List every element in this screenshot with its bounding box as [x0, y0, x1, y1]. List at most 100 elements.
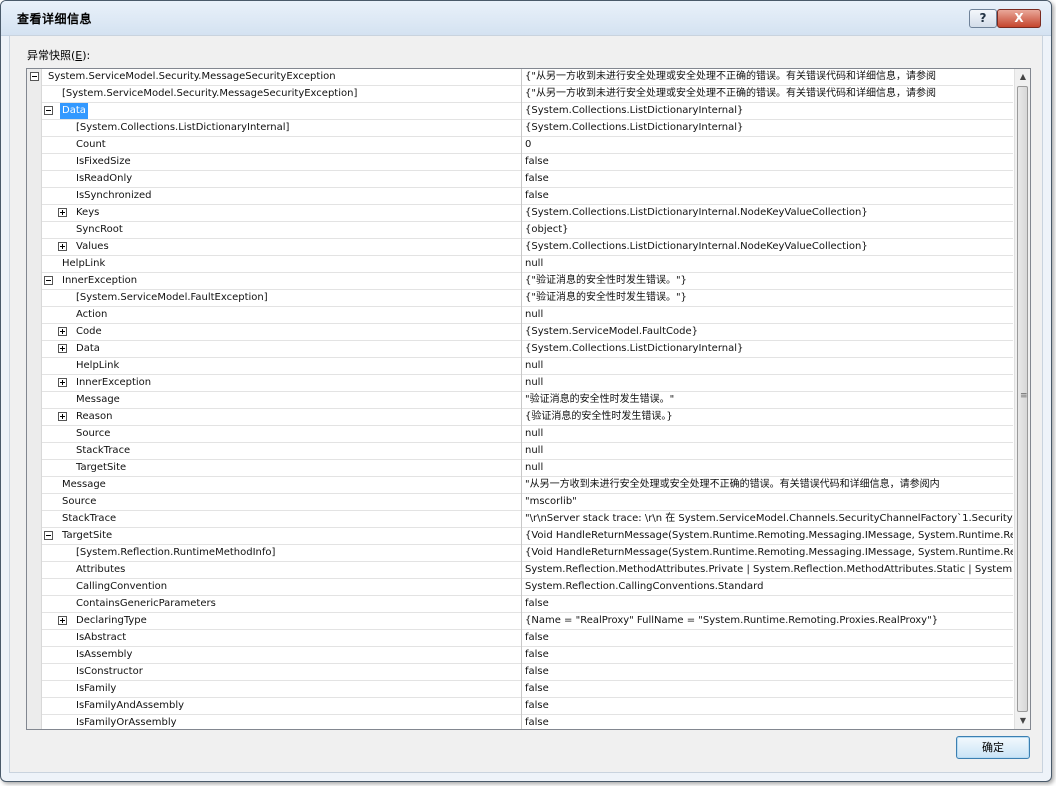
property-row[interactable]: ContainsGenericParameters false: [27, 596, 1013, 613]
property-value: null: [525, 445, 544, 456]
property-row[interactable]: Attributes System.Reflection.MethodAttrib…: [27, 562, 1013, 579]
scroll-down-arrow-icon[interactable]: ▼: [1018, 715, 1028, 727]
property-row[interactable]: IsFamily false: [27, 681, 1013, 698]
property-row[interactable]: IsFamilyOrAssembly false: [27, 715, 1013, 729]
property-row[interactable]: Data {System.Collections.ListDictionaryIn…: [27, 103, 1013, 120]
property-row[interactable]: TargetSite {Void HandleReturnMessage(Syst…: [27, 528, 1013, 545]
property-row[interactable]: IsConstructor false: [27, 664, 1013, 681]
exception-property-grid[interactable]: System.ServiceModel.Security.MessageSecu…: [26, 68, 1031, 730]
close-button[interactable]: X: [997, 9, 1041, 28]
help-button[interactable]: ?: [969, 9, 997, 28]
row-margin: [27, 239, 42, 256]
row-margin: [27, 545, 42, 562]
property-row[interactable]: IsFamilyAndAssembly false: [27, 698, 1013, 715]
column-divider: [521, 494, 522, 511]
property-value: {System.Collections.ListDictionaryIntern…: [525, 105, 744, 116]
property-row[interactable]: Message "从另一方收到未进行安全处理或安全处理不正确的错误。有关错误代码和…: [27, 477, 1013, 494]
column-divider: [521, 681, 522, 698]
expand-plus-icon[interactable]: [58, 412, 67, 421]
property-value: 0: [525, 139, 532, 150]
property-name: IsFamilyAndAssembly: [76, 700, 185, 711]
column-divider: [521, 562, 522, 579]
property-row[interactable]: Reason {验证消息的安全性时发生错误。}: [27, 409, 1013, 426]
property-row[interactable]: StackTrace null: [27, 443, 1013, 460]
row-margin: [27, 171, 42, 188]
property-row[interactable]: CallingConvention System.Reflection.Calli…: [27, 579, 1013, 596]
property-row[interactable]: InnerException null: [27, 375, 1013, 392]
row-margin: [27, 494, 42, 511]
expand-plus-icon[interactable]: [58, 242, 67, 251]
expand-plus-icon[interactable]: [58, 327, 67, 336]
title-bar[interactable]: 查看详细信息 ? X: [1, 1, 1051, 36]
property-row[interactable]: IsAbstract false: [27, 630, 1013, 647]
column-divider: [521, 273, 522, 290]
property-row[interactable]: Message "验证消息的安全性时发生错误。": [27, 392, 1013, 409]
scrollbar-thumb[interactable]: ≡: [1017, 86, 1028, 712]
property-row[interactable]: Source "mscorlib": [27, 494, 1013, 511]
property-row[interactable]: Action null: [27, 307, 1013, 324]
property-name: StackTrace: [62, 513, 117, 524]
ok-button[interactable]: 确定: [956, 736, 1030, 759]
property-row[interactable]: System.ServiceModel.Security.MessageSecu…: [27, 69, 1013, 86]
property-row[interactable]: HelpLink null: [27, 358, 1013, 375]
column-divider: [521, 630, 522, 647]
property-name: Count: [76, 139, 106, 150]
property-row[interactable]: IsFixedSize false: [27, 154, 1013, 171]
property-name: DeclaringType: [76, 615, 147, 626]
property-row[interactable]: IsReadOnly false: [27, 171, 1013, 188]
snapshot-label-prefix: 异常快照(: [27, 49, 76, 62]
expand-plus-icon[interactable]: [58, 616, 67, 625]
dialog-title: 查看详细信息: [17, 12, 93, 26]
property-rows: System.ServiceModel.Security.MessageSecu…: [27, 69, 1013, 729]
property-row[interactable]: SyncRoot {object}: [27, 222, 1013, 239]
property-value: null: [525, 377, 544, 388]
property-row[interactable]: Source null: [27, 426, 1013, 443]
property-value: null: [525, 258, 544, 269]
property-name: Action: [76, 309, 108, 320]
property-name: StackTrace: [76, 445, 131, 456]
property-name: Data: [60, 103, 88, 119]
property-row[interactable]: StackTrace "\r\nServer stack trace: \r\n …: [27, 511, 1013, 528]
property-row[interactable]: Data {System.Collections.ListDictionaryIn…: [27, 341, 1013, 358]
property-value: "验证消息的安全性时发生错误。": [525, 394, 675, 405]
column-divider: [521, 715, 522, 729]
property-row[interactable]: [System.ServiceModel.Security.MessageSec…: [27, 86, 1013, 103]
property-row[interactable]: IsAssembly false: [27, 647, 1013, 664]
property-name: Message: [62, 479, 106, 490]
row-margin: [27, 698, 42, 715]
collapse-minus-icon[interactable]: [44, 531, 53, 540]
column-divider: [521, 171, 522, 188]
property-row[interactable]: InnerException {"验证消息的安全性时发生错误。"}: [27, 273, 1013, 290]
property-value: {System.Collections.ListDictionaryIntern…: [525, 343, 744, 354]
property-row[interactable]: [System.Reflection.RuntimeMethodInfo] {Vo…: [27, 545, 1013, 562]
property-name: [System.ServiceModel.FaultException]: [76, 292, 268, 303]
property-row[interactable]: [System.ServiceModel.FaultException] {"验证…: [27, 290, 1013, 307]
property-row[interactable]: Keys {System.Collections.ListDictionaryIn…: [27, 205, 1013, 222]
row-margin: [27, 426, 42, 443]
expand-plus-icon[interactable]: [58, 378, 67, 387]
property-row[interactable]: Code {System.ServiceModel.FaultCode}: [27, 324, 1013, 341]
expand-plus-icon[interactable]: [58, 208, 67, 217]
scroll-up-arrow-icon[interactable]: ▲: [1018, 71, 1028, 83]
column-divider: [521, 545, 522, 562]
column-divider: [521, 664, 522, 681]
property-row[interactable]: TargetSite null: [27, 460, 1013, 477]
property-row[interactable]: DeclaringType {Name = "RealProxy" FullNam…: [27, 613, 1013, 630]
vertical-scrollbar[interactable]: ▲ ≡ ▼: [1014, 69, 1030, 729]
property-row[interactable]: Values {System.Collections.ListDictionary…: [27, 239, 1013, 256]
row-margin: [27, 596, 42, 613]
row-margin: [27, 579, 42, 596]
collapse-minus-icon[interactable]: [30, 72, 39, 81]
property-row[interactable]: [System.Collections.ListDictionaryIntern…: [27, 120, 1013, 137]
collapse-minus-icon[interactable]: [44, 276, 53, 285]
close-icon: X: [1014, 11, 1024, 25]
property-row[interactable]: IsSynchronized false: [27, 188, 1013, 205]
property-value: {System.Collections.ListDictionaryIntern…: [525, 122, 744, 133]
property-value: false: [525, 717, 549, 728]
row-margin: [27, 664, 42, 681]
property-row[interactable]: HelpLink null: [27, 256, 1013, 273]
expand-plus-icon[interactable]: [58, 344, 67, 353]
property-name: [System.Reflection.RuntimeMethodInfo]: [76, 547, 276, 558]
collapse-minus-icon[interactable]: [44, 106, 53, 115]
property-row[interactable]: Count 0: [27, 137, 1013, 154]
